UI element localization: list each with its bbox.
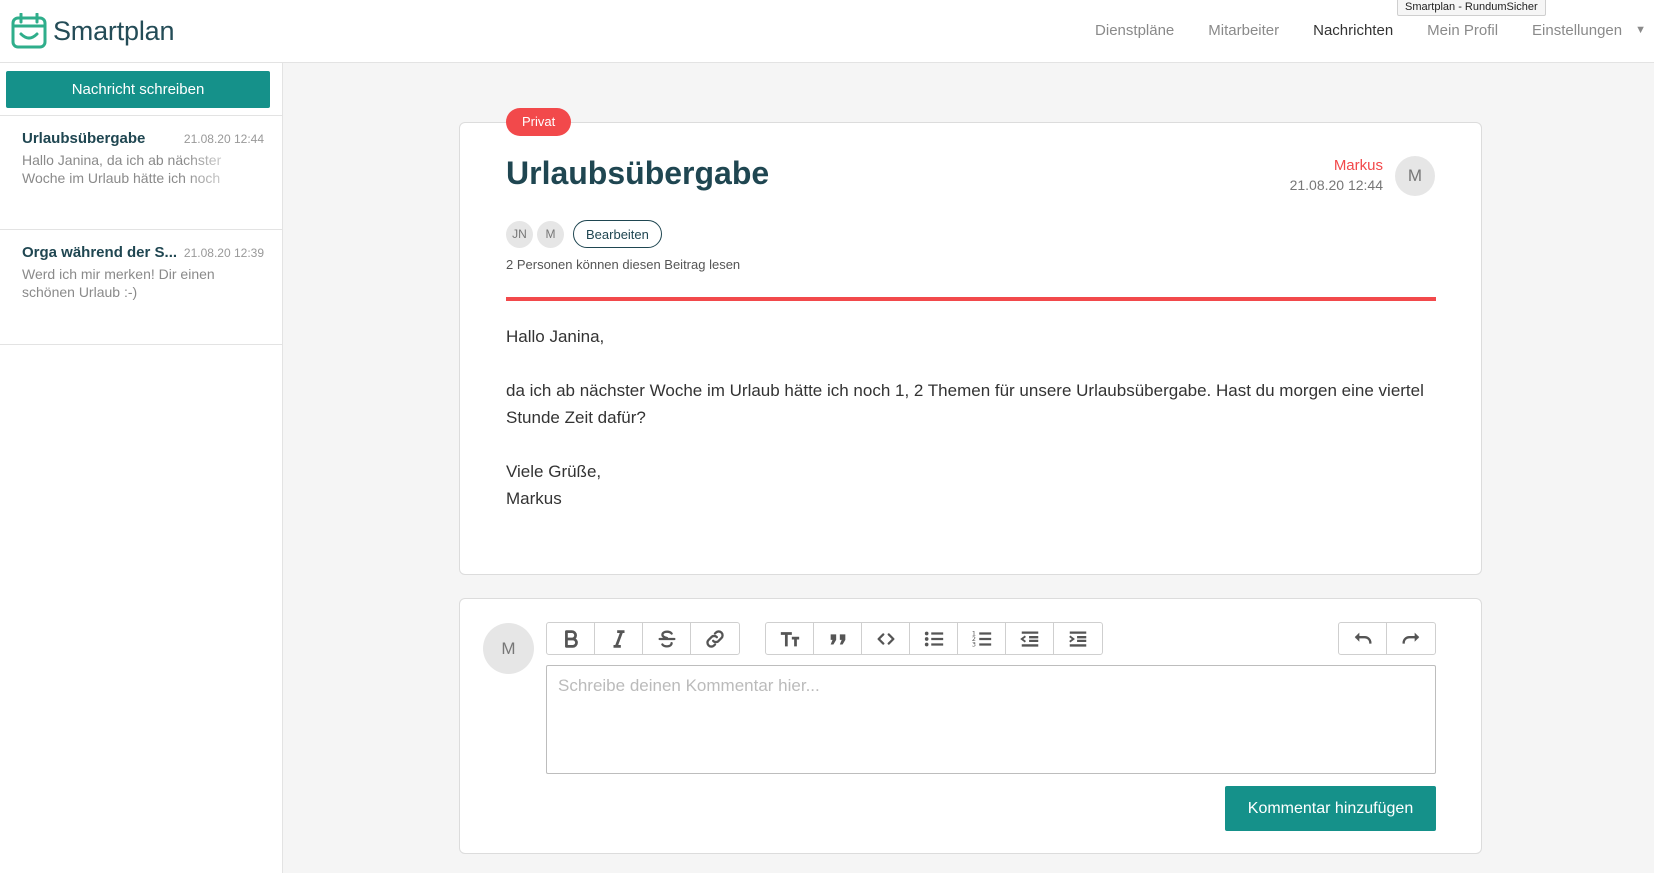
quote-icon (830, 633, 845, 644)
app-name: Smartplan (53, 15, 175, 46)
redo-button[interactable] (1387, 623, 1435, 654)
bold-button[interactable] (547, 623, 595, 654)
bullet-list-button[interactable] (910, 623, 958, 654)
link-button[interactable] (691, 623, 739, 654)
message-body: Hallo Janina, da ich ab nächster Woche i… (506, 323, 1436, 512)
nav-nachrichten[interactable]: Nachrichten (1296, 22, 1410, 39)
avatar: M (483, 623, 534, 674)
edit-readers-button[interactable]: Bearbeiten (573, 220, 662, 248)
italic-icon (613, 629, 624, 648)
body-greeting: Hallo Janina, (506, 327, 605, 346)
numbered-list-button[interactable]: 123 (958, 623, 1006, 654)
bold-icon (564, 629, 578, 648)
logo[interactable]: Smartplan (11, 13, 174, 49)
indent-button[interactable] (1054, 623, 1102, 654)
top-bar: Smartplan Dienstpläne Mitarbeiter Nachri… (0, 0, 1654, 63)
tooltip: Smartplan - RundumSicher (1397, 0, 1546, 16)
author-info: Markus 21.08.20 12:44 (1290, 157, 1383, 193)
list-item[interactable]: Orga während der S... 21.08.20 12:39 Wer… (0, 230, 282, 345)
body-closing: Viele Grüße, (506, 462, 602, 481)
code-button[interactable] (862, 623, 910, 654)
outdent-button[interactable] (1006, 623, 1054, 654)
strikethrough-icon (658, 630, 675, 647)
readers: JN M Bearbeiten (506, 220, 662, 248)
message-list: Urlaubsübergabe 21.08.20 12:44 Hallo Jan… (0, 115, 282, 345)
list-item[interactable]: Urlaubsübergabe 21.08.20 12:44 Hallo Jan… (0, 115, 282, 230)
strikethrough-button[interactable] (643, 623, 691, 654)
comment-input[interactable] (546, 665, 1436, 774)
nav-mitarbeiter[interactable]: Mitarbeiter (1191, 22, 1296, 39)
indent-icon (1069, 630, 1087, 647)
body-paragraph: da ich ab nächster Woche im Urlaub hätte… (506, 381, 1424, 427)
divider (506, 297, 1436, 301)
bullet-list-icon (924, 631, 943, 646)
body-signature: Markus (506, 489, 562, 508)
list-item-date: 21.08.20 12:44 (183, 132, 264, 146)
sidebar: Nachricht schreiben Urlaubsübergabe 21.0… (0, 63, 283, 873)
quote-button[interactable] (814, 623, 862, 654)
calendar-logo-icon (11, 13, 47, 49)
outdent-icon (1019, 630, 1038, 647)
code-icon (877, 632, 894, 645)
link-icon (706, 629, 724, 648)
list-item-preview: Hallo Janina, da ich ab nächster Woche i… (22, 152, 222, 186)
toolbar-block-group: 123 (765, 622, 1103, 655)
compose-message-button[interactable]: Nachricht schreiben (6, 71, 270, 108)
italic-button[interactable] (595, 623, 643, 654)
message-date: 21.08.20 12:44 (1289, 177, 1383, 193)
avatar: M (1395, 156, 1435, 196)
message-card: Urlaubsübergabe Markus 21.08.20 12:44 M … (459, 122, 1482, 575)
status-badge: Privat (506, 108, 572, 136)
redo-icon (1402, 632, 1420, 644)
svg-text:3: 3 (971, 640, 975, 648)
heading-button[interactable] (766, 623, 814, 654)
toolbar-format-group (546, 622, 740, 655)
comment-card: M 123 Schreibe deinen Kommentar hier... … (459, 598, 1482, 854)
numbered-list-icon: 123 (971, 629, 991, 648)
toolbar-history-group (1338, 622, 1436, 655)
heading-icon (780, 631, 799, 646)
author-name[interactable]: Markus (1290, 157, 1383, 174)
undo-icon (1354, 632, 1371, 644)
undo-button[interactable] (1339, 623, 1387, 654)
nav-einstellungen[interactable]: Einstellungen (1515, 22, 1639, 39)
list-item-preview: Werd ich mir merken! Dir einen schönen U… (22, 266, 215, 300)
add-comment-button[interactable]: Kommentar hinzufügen (1225, 786, 1436, 831)
readers-count-text: 2 Personen können diesen Beitrag lesen (506, 257, 741, 272)
message-title: Urlaubsübergabe (506, 155, 770, 191)
nav-mein-profil[interactable]: Mein Profil (1410, 22, 1515, 39)
nav-dienstplaene[interactable]: Dienstpläne (1078, 22, 1191, 39)
chevron-down-icon[interactable]: ▼ (1635, 24, 1646, 36)
reader-avatar: M (537, 220, 564, 248)
reader-avatar: JN (506, 220, 533, 248)
main-nav: Dienstpläne Mitarbeiter Nachrichten Mein… (1078, 0, 1654, 60)
list-item-date: 21.08.20 12:39 (183, 246, 264, 260)
